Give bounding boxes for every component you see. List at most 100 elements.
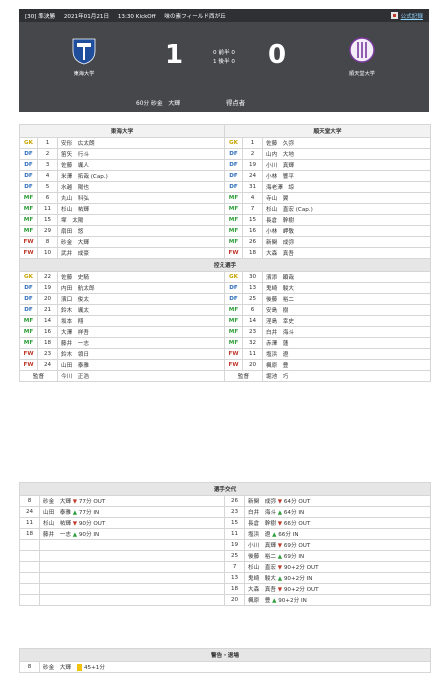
away-number: 4 [242,192,263,204]
lineup-row: DF 19 内田 航太郎 DF 13 鬼崎 駿大 [19,282,432,294]
arrow-up-icon: ▲ [70,510,79,516]
arrow-down-icon: ▼ [70,521,79,527]
away-player-name: 佐藤 久弥 [261,137,432,149]
away-sub-time: 66分 IN [278,532,299,538]
home-player-name: 山田 泰雅 [57,359,225,371]
home-manager-name: 今川 正浩 [57,370,225,382]
away-position: MF [224,203,243,215]
bench-header: 控え選手 [18,258,432,272]
home-sub-entry [39,561,225,573]
away-sub-player-name: 白井 海斗 [248,510,276,516]
away-team[interactable]: 順天堂大学 [342,37,382,77]
away-sub-time: 90+2分 IN [278,598,307,604]
away-player-name: 寺山 翼 [261,192,432,204]
home-sub-player-name: 藤井 一志 [43,532,71,538]
home-player-name: 藤井 一志 [57,337,225,349]
away-sub-player-name: 杉山 直宏 [248,565,276,571]
away-position: DF [224,159,243,171]
match-report: [30] 準決勝 2021年01月21日 13:30 KickOff 味の素フィ… [0,0,445,684]
away-crest-icon [349,37,375,63]
away-number: 23 [242,326,263,338]
away-sub-player-name: 長倉 幹樹 [248,521,276,527]
away-sub-time: 90+2分 OUT [283,587,319,593]
away-sub-entry: 鬼崎 駿大 ▲ 90+2分 IN [243,572,432,584]
home-number: 24 [37,359,58,371]
away-sub-player-name: 鬼崎 駿大 [248,576,276,582]
arrow-up-icon: ▲ [70,532,79,538]
substitution-row: 19 小川 真輝 ▼ 69分 OUT [19,539,432,551]
away-sub-player-name: 楓原 豊 [248,598,271,604]
scorers-row: 60分 砂金 大輝 得点者 [19,91,429,112]
home-position: DF [19,181,38,193]
home-lineup-header: 東海大学 [19,124,225,138]
official-record-label: 公式記録 [400,13,423,20]
match-date: 2021年01月21日 [63,13,110,20]
home-player-name: 佐藤 史騎 [57,271,225,283]
away-position: MF [224,337,243,349]
away-sub-entry: 楓原 豊 ▲ 90+2分 IN [243,594,432,606]
lineup-row: MF 16 大澤 祥吾 MF 23 白井 海斗 [19,326,432,338]
away-sub-entry: 長倉 幹樹 ▼ 66分 OUT [243,517,432,529]
substitution-row: 20 楓原 豊 ▲ 90+2分 IN [19,594,432,606]
away-sub-number: 7 [224,561,245,573]
home-sub-entry: 砂金 大輝 ▼ 77分 OUT [39,495,225,507]
home-sub-time: 77分 IN [78,510,100,516]
away-sub-entry: 白井 海斗 ▲ 64分 IN [243,506,432,518]
away-sub-player-name: 大森 真吾 [248,587,276,593]
card-time: 45+1分 [83,665,105,671]
home-number: 16 [37,326,58,338]
card-player-name: 砂金 大輝 [43,665,71,671]
lineup-row: FW 24 山田 泰雅 FW 20 楓原 豊 [19,359,432,371]
away-sub-number: 11 [224,528,245,540]
home-team[interactable]: 東海大学 [64,37,104,77]
home-number: 20 [37,293,58,305]
first-half-score: 0 前半 0 [213,50,235,56]
home-position: MF [19,192,38,204]
lineup-row: MF 29 扇田 悠 MF 16 小林 岬敬 [19,225,432,237]
away-player-name: 小林 岬敬 [261,225,432,237]
away-position: MF [224,315,243,327]
home-position: DF [19,148,38,160]
home-position: GK [19,271,38,283]
away-sub-number: 25 [224,550,245,562]
venue: 味の素フィールド西が丘 [164,13,226,20]
home-number: 10 [37,247,58,259]
substitutions-table: 選手交代 8 砂金 大輝 ▼ 77分 OUT 26 新関 成弥 ▼ 64分 OUT 24… [18,482,432,606]
away-sub-time: 90+2分 OUT [283,565,319,571]
home-sub-number: 24 [19,506,40,518]
home-number: 23 [37,348,58,360]
home-sub-number [19,539,40,551]
official-record-link[interactable]: 公式記録 [390,12,423,20]
home-number: 2 [37,148,58,160]
second-half-score: 1 後半 0 [213,59,235,65]
card-player-number: 8 [19,661,40,673]
away-sub-number: 19 [224,539,245,551]
home-position: DF [19,293,38,305]
home-sub-player-name: 山田 泰雅 [43,510,71,516]
yellow-card-icon [76,664,82,671]
substitution-row: 24 山田 泰雅 ▲ 77分 IN 23 白井 海斗 ▲ 64分 IN [19,506,432,518]
away-position: MF [224,326,243,338]
away-position: DF [224,282,243,294]
away-number: 13 [242,282,263,294]
home-number: 3 [37,159,58,171]
away-sub-number: 15 [224,517,245,529]
away-sub-player-name: 塩浜 遼 [248,532,271,538]
away-number: 15 [242,214,263,226]
home-sub-player-name: 杉山 祐輝 [43,521,71,527]
away-position: DF [224,170,243,182]
half-scores: 0 前半 0 1 後半 0 [209,49,239,67]
away-lineup-header: 順天堂大学 [223,124,432,138]
away-manager-label: 監督 [224,370,263,382]
home-player-name: 武井 成豪 [57,247,225,259]
home-player-name: 水越 陽也 [57,181,225,193]
home-sub-entry [39,539,225,551]
home-position: GK [19,137,38,149]
home-number: 15 [37,214,58,226]
lineup-row: DF 3 佐藤 颯人 DF 19 小川 真輝 [19,159,432,171]
away-number: 16 [242,225,263,237]
away-sub-entry: 杉山 直宏 ▼ 90+2分 OUT [243,561,432,573]
away-sub-number: 18 [224,583,245,595]
away-number: 26 [242,236,263,248]
away-position: DF [224,293,243,305]
